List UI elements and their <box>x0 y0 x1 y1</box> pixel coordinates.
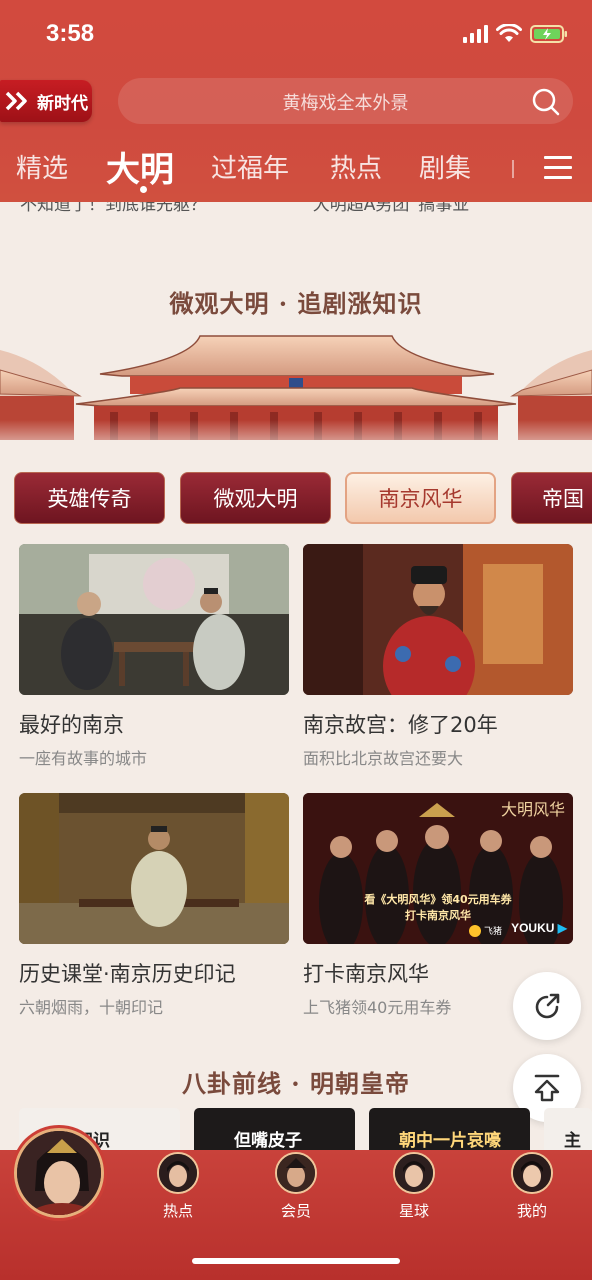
chip-weiguan[interactable]: 微观大明 <box>180 472 331 524</box>
poster-series-title: 大明风华 <box>500 800 565 819</box>
top-header: 3:58 新时代 黄梅戏全本外景 精选 大明 过福年 热点 剧集 <box>0 0 592 202</box>
card-thumbnail[interactable] <box>19 793 289 944</box>
article-card[interactable]: 历史课堂·南京历史印记 六朝烟雨，十朝印记 <box>19 793 289 1018</box>
tab-guofunian[interactable]: 过福年 <box>211 148 289 185</box>
nav-avatar <box>393 1152 435 1194</box>
battery-icon <box>530 25 567 43</box>
poster-brand-left: 飞猪 <box>484 927 503 937</box>
tab-jingxuan[interactable]: 精选 <box>16 148 68 185</box>
clipped-captions: 不知道了！到底谁先躯？ “大明超A男团”搞事业 <box>20 202 580 216</box>
poster-brand-fliggy: 飞猪 <box>469 924 502 937</box>
tab-redian[interactable]: 热点 <box>330 148 382 185</box>
palace-illustration <box>0 335 592 460</box>
nav-label: 我的 <box>516 1202 547 1220</box>
gossip-thumb[interactable]: 但嘴皮子 <box>194 1108 355 1150</box>
logo-text: 新时代 <box>37 93 88 114</box>
chip-nanjing[interactable]: 南京风华 <box>345 472 496 524</box>
nav-avatar <box>511 1152 553 1194</box>
card-subtitle: 一座有故事的城市 <box>19 749 148 768</box>
nav-avatar <box>275 1152 317 1194</box>
article-card[interactable]: 南京故宫：修了20年 面积比北京故宫还要大 <box>303 544 573 769</box>
caption-prev-right[interactable]: “大明超A男团”搞事业 <box>304 202 469 215</box>
tab-divider <box>512 160 514 178</box>
nav-avatar <box>157 1152 199 1194</box>
nav-item-planet[interactable]: 星球 <box>374 1152 454 1221</box>
card-title: 最好的南京 <box>19 713 124 737</box>
card-subtitle: 六朝烟雨，十朝印记 <box>19 998 164 1017</box>
section-title-bagua: 八卦前线 · 明朝皇帝 <box>181 1069 411 1098</box>
nav-label: 星球 <box>398 1202 429 1220</box>
poster-brand-youku: YOUKU ▶ <box>511 921 567 935</box>
nav-item-me[interactable]: 我的 <box>492 1152 572 1221</box>
section-title-weiguan: 微观大明 · 追剧涨知识 <box>169 289 423 318</box>
status-icons <box>463 24 568 44</box>
brand-logo[interactable]: 新时代 <box>0 80 92 122</box>
card-title: 南京故宫：修了20年 <box>303 713 498 737</box>
fliggy-icon <box>469 924 481 937</box>
card-title: 历史课堂·南京历史印记 <box>19 962 236 986</box>
wifi-icon <box>496 24 522 42</box>
main-content: 不知道了！到底谁先躯？ “大明超A男团”搞事业 微观大明 · 追剧涨知识 英雄传… <box>0 202 592 1150</box>
nav-label: 热点 <box>162 1202 193 1220</box>
card-thumbnail[interactable] <box>303 544 573 695</box>
topic-chips: 英雄传奇 微观大明 南京风华 帝国 <box>0 470 592 526</box>
card-thumbnail[interactable] <box>19 544 289 695</box>
search-bar[interactable]: 黄梅戏全本外景 <box>118 78 573 124</box>
card-thumbnail[interactable]: 大明风华 看《大明风华》领40元用车券 打卡南京风华 飞猪 YOUKU ▶ <box>303 793 573 944</box>
share-icon <box>535 993 560 1019</box>
poster-promo-line1: 看《大明风华》领40元用车券 <box>364 893 512 906</box>
home-avatar[interactable] <box>14 1128 104 1218</box>
gossip-thumb[interactable]: 主 <box>544 1108 592 1150</box>
poster-brand-right: YOUKU <box>511 921 555 935</box>
caption-prev-left[interactable]: 不知道了！到底谁先躯？ <box>20 202 207 215</box>
menu-icon[interactable] <box>544 156 572 180</box>
nav-item-hot[interactable]: 热点 <box>138 1152 218 1221</box>
tab-daming[interactable]: 大明 <box>106 142 174 191</box>
chip-diguo[interactable]: 帝国 <box>511 472 592 524</box>
nav-label: 会员 <box>280 1202 311 1220</box>
nav-item-vip[interactable]: 会员 <box>256 1152 336 1221</box>
chip-yingxiong[interactable]: 英雄传奇 <box>14 472 165 524</box>
share-button[interactable] <box>513 972 581 1040</box>
signal-icon <box>463 25 488 43</box>
channel-tabs: 精选 大明 过福年 热点 剧集 <box>0 140 592 198</box>
bottom-nav: 热点 会员 星球 我的 <box>0 1128 592 1280</box>
active-tab-indicator <box>140 186 147 193</box>
search-placeholder: 黄梅戏全本外景 <box>282 93 409 114</box>
status-time: 3:58 <box>46 20 95 47</box>
double-chevron-icon <box>5 91 27 111</box>
article-card[interactable]: 最好的南京 一座有故事的城市 <box>19 544 289 769</box>
status-bar: 3:58 <box>0 0 592 72</box>
tab-juji[interactable]: 剧集 <box>419 148 471 185</box>
card-subtitle: 面积比北京故宫还要大 <box>303 749 464 768</box>
gossip-thumb[interactable]: 朝中一片哀嚎 <box>369 1108 530 1150</box>
home-indicator <box>192 1258 400 1264</box>
search-icon[interactable] <box>531 87 561 117</box>
